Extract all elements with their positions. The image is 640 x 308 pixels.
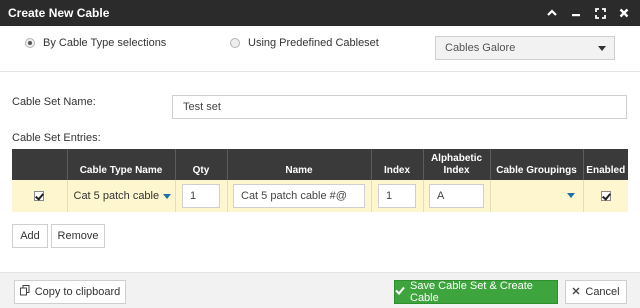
table-header-row: Cable Type Name Qty Name Index Alphabeti… <box>12 149 628 180</box>
radio-predefined-label: Using Predefined Cableset <box>248 37 379 49</box>
dialog-footer: Copy to clipboard Save Cable Set & Creat… <box>0 272 640 308</box>
cable-set-name-label: Cable Set Name: <box>12 96 96 108</box>
radio-cable-type-label: By Cable Type selections <box>43 37 167 49</box>
minimize-icon[interactable] <box>564 4 588 22</box>
radio-button[interactable] <box>230 38 240 48</box>
qty-cell: 1 <box>174 180 227 212</box>
cable-type-cell[interactable]: Cat 5 patch cable <box>66 180 175 212</box>
cable-type-value: Cat 5 patch cable <box>73 190 160 202</box>
cable-entries-table: Cable Type Name Qty Name Index Alphabeti… <box>12 149 628 212</box>
collapse-icon[interactable] <box>540 4 564 22</box>
table-row[interactable]: Cat 5 patch cable 1 Cat 5 patch cable #@… <box>12 180 628 212</box>
add-button[interactable]: Add <box>12 224 48 248</box>
radio-button-selected[interactable] <box>25 38 35 48</box>
cableset-select[interactable]: Cables Galore <box>435 36 615 60</box>
column-header-index[interactable]: Index <box>370 149 423 180</box>
mode-selection-bar: By Cable Type selections Using Predefine… <box>0 26 640 72</box>
cancel-button[interactable]: Cancel <box>565 280 627 304</box>
cancel-label: Cancel <box>585 286 620 298</box>
copy-to-clipboard-label: Copy to clipboard <box>34 286 121 298</box>
save-cable-set-label: Save Cable Set & Create Cable <box>410 280 533 304</box>
qty-input[interactable]: 1 <box>182 184 220 208</box>
save-cable-set-button[interactable]: Save Cable Set & Create Cable <box>394 280 558 304</box>
clipboard-icon <box>19 285 30 299</box>
fullscreen-icon[interactable] <box>588 4 612 22</box>
index-cell: 1 <box>370 180 423 212</box>
window-controls <box>540 4 636 22</box>
row-select-checkbox[interactable] <box>34 191 45 202</box>
chevron-down-icon[interactable] <box>163 193 172 199</box>
column-header-cable-groupings[interactable]: Cable Groupings <box>489 149 583 180</box>
column-header-qty[interactable]: Qty <box>174 149 227 180</box>
column-header-select <box>12 149 67 180</box>
enabled-cell <box>582 180 628 212</box>
radio-cable-type[interactable]: By Cable Type selections <box>25 37 166 49</box>
check-icon <box>395 286 405 298</box>
cable-set-entries-label: Cable Set Entries: <box>12 132 101 144</box>
close-icon[interactable] <box>612 4 636 22</box>
copy-to-clipboard-button[interactable]: Copy to clipboard <box>14 280 126 304</box>
column-header-alpha-index[interactable]: Alphabetic Index <box>422 149 490 180</box>
column-header-cable-type[interactable]: Cable Type Name <box>66 149 175 180</box>
window-titlebar: Create New Cable <box>0 0 640 26</box>
chevron-down-icon <box>598 46 606 51</box>
column-header-enabled[interactable]: Enabled <box>582 149 628 180</box>
cable-name-input[interactable]: Cat 5 patch cable #@ <box>233 184 365 208</box>
close-icon <box>572 286 580 298</box>
index-input[interactable]: 1 <box>378 184 416 208</box>
alpha-index-cell: A <box>422 180 490 212</box>
alpha-index-input[interactable]: A <box>429 184 484 208</box>
name-cell: Cat 5 patch cable #@ <box>226 180 371 212</box>
radio-predefined-cableset[interactable]: Using Predefined Cableset <box>230 37 379 49</box>
column-header-name[interactable]: Name <box>226 149 371 180</box>
remove-button[interactable]: Remove <box>51 224 105 248</box>
cable-set-name-input[interactable]: Test set <box>172 95 627 119</box>
row-select-cell <box>12 180 67 212</box>
cableset-select-value: Cables Galore <box>445 42 516 54</box>
window-title: Create New Cable <box>8 6 110 20</box>
enabled-checkbox[interactable] <box>600 191 611 202</box>
chevron-down-icon[interactable] <box>566 193 575 198</box>
cable-groupings-cell[interactable] <box>489 180 583 212</box>
